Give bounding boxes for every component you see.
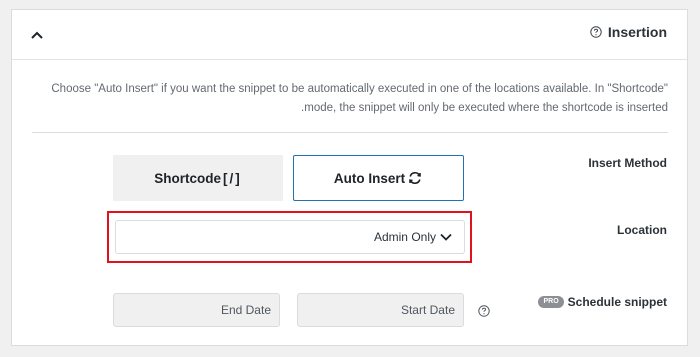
- start-date-input[interactable]: Start Date: [297, 293, 464, 327]
- schedule-label: Schedule snippet: [567, 295, 667, 309]
- divider: [32, 132, 668, 133]
- chevron-up-icon: [31, 31, 43, 39]
- collapse-button[interactable]: [28, 26, 46, 44]
- shortcode-icon: [/]: [223, 170, 242, 186]
- panel-title: Insertion: [607, 24, 667, 40]
- panel-header: Insertion: [12, 10, 687, 60]
- location-value: Admin Only: [373, 230, 436, 244]
- auto-insert-button[interactable]: Auto Insert: [293, 155, 464, 201]
- shortcode-button[interactable]: Shortcode [/]: [113, 155, 283, 201]
- end-date-input[interactable]: End Date: [113, 293, 280, 327]
- shortcode-label: Shortcode: [154, 170, 221, 186]
- insertion-panel: Insertion Choose "Auto Insert" if you wa…: [11, 9, 688, 346]
- pro-badge: PRO: [538, 296, 564, 308]
- auto-insert-label: Auto Insert: [333, 170, 406, 186]
- start-date-placeholder: Start Date: [400, 303, 455, 317]
- schedule-label-group: PRO Schedule snippet: [538, 295, 667, 309]
- location-label: Location: [617, 223, 667, 237]
- insert-method-label: Insert Method: [588, 156, 667, 170]
- end-date-placeholder: End Date: [220, 303, 271, 317]
- help-icon[interactable]: [590, 26, 602, 38]
- location-select[interactable]: Admin Only: [115, 220, 465, 254]
- panel-title-group: Insertion: [590, 24, 667, 40]
- schedule-help-icon[interactable]: [478, 304, 490, 317]
- panel-description: Choose "Auto Insert" if you want the sni…: [51, 83, 668, 114]
- refresh-icon: [409, 171, 421, 185]
- chevron-down-icon: [440, 233, 452, 241]
